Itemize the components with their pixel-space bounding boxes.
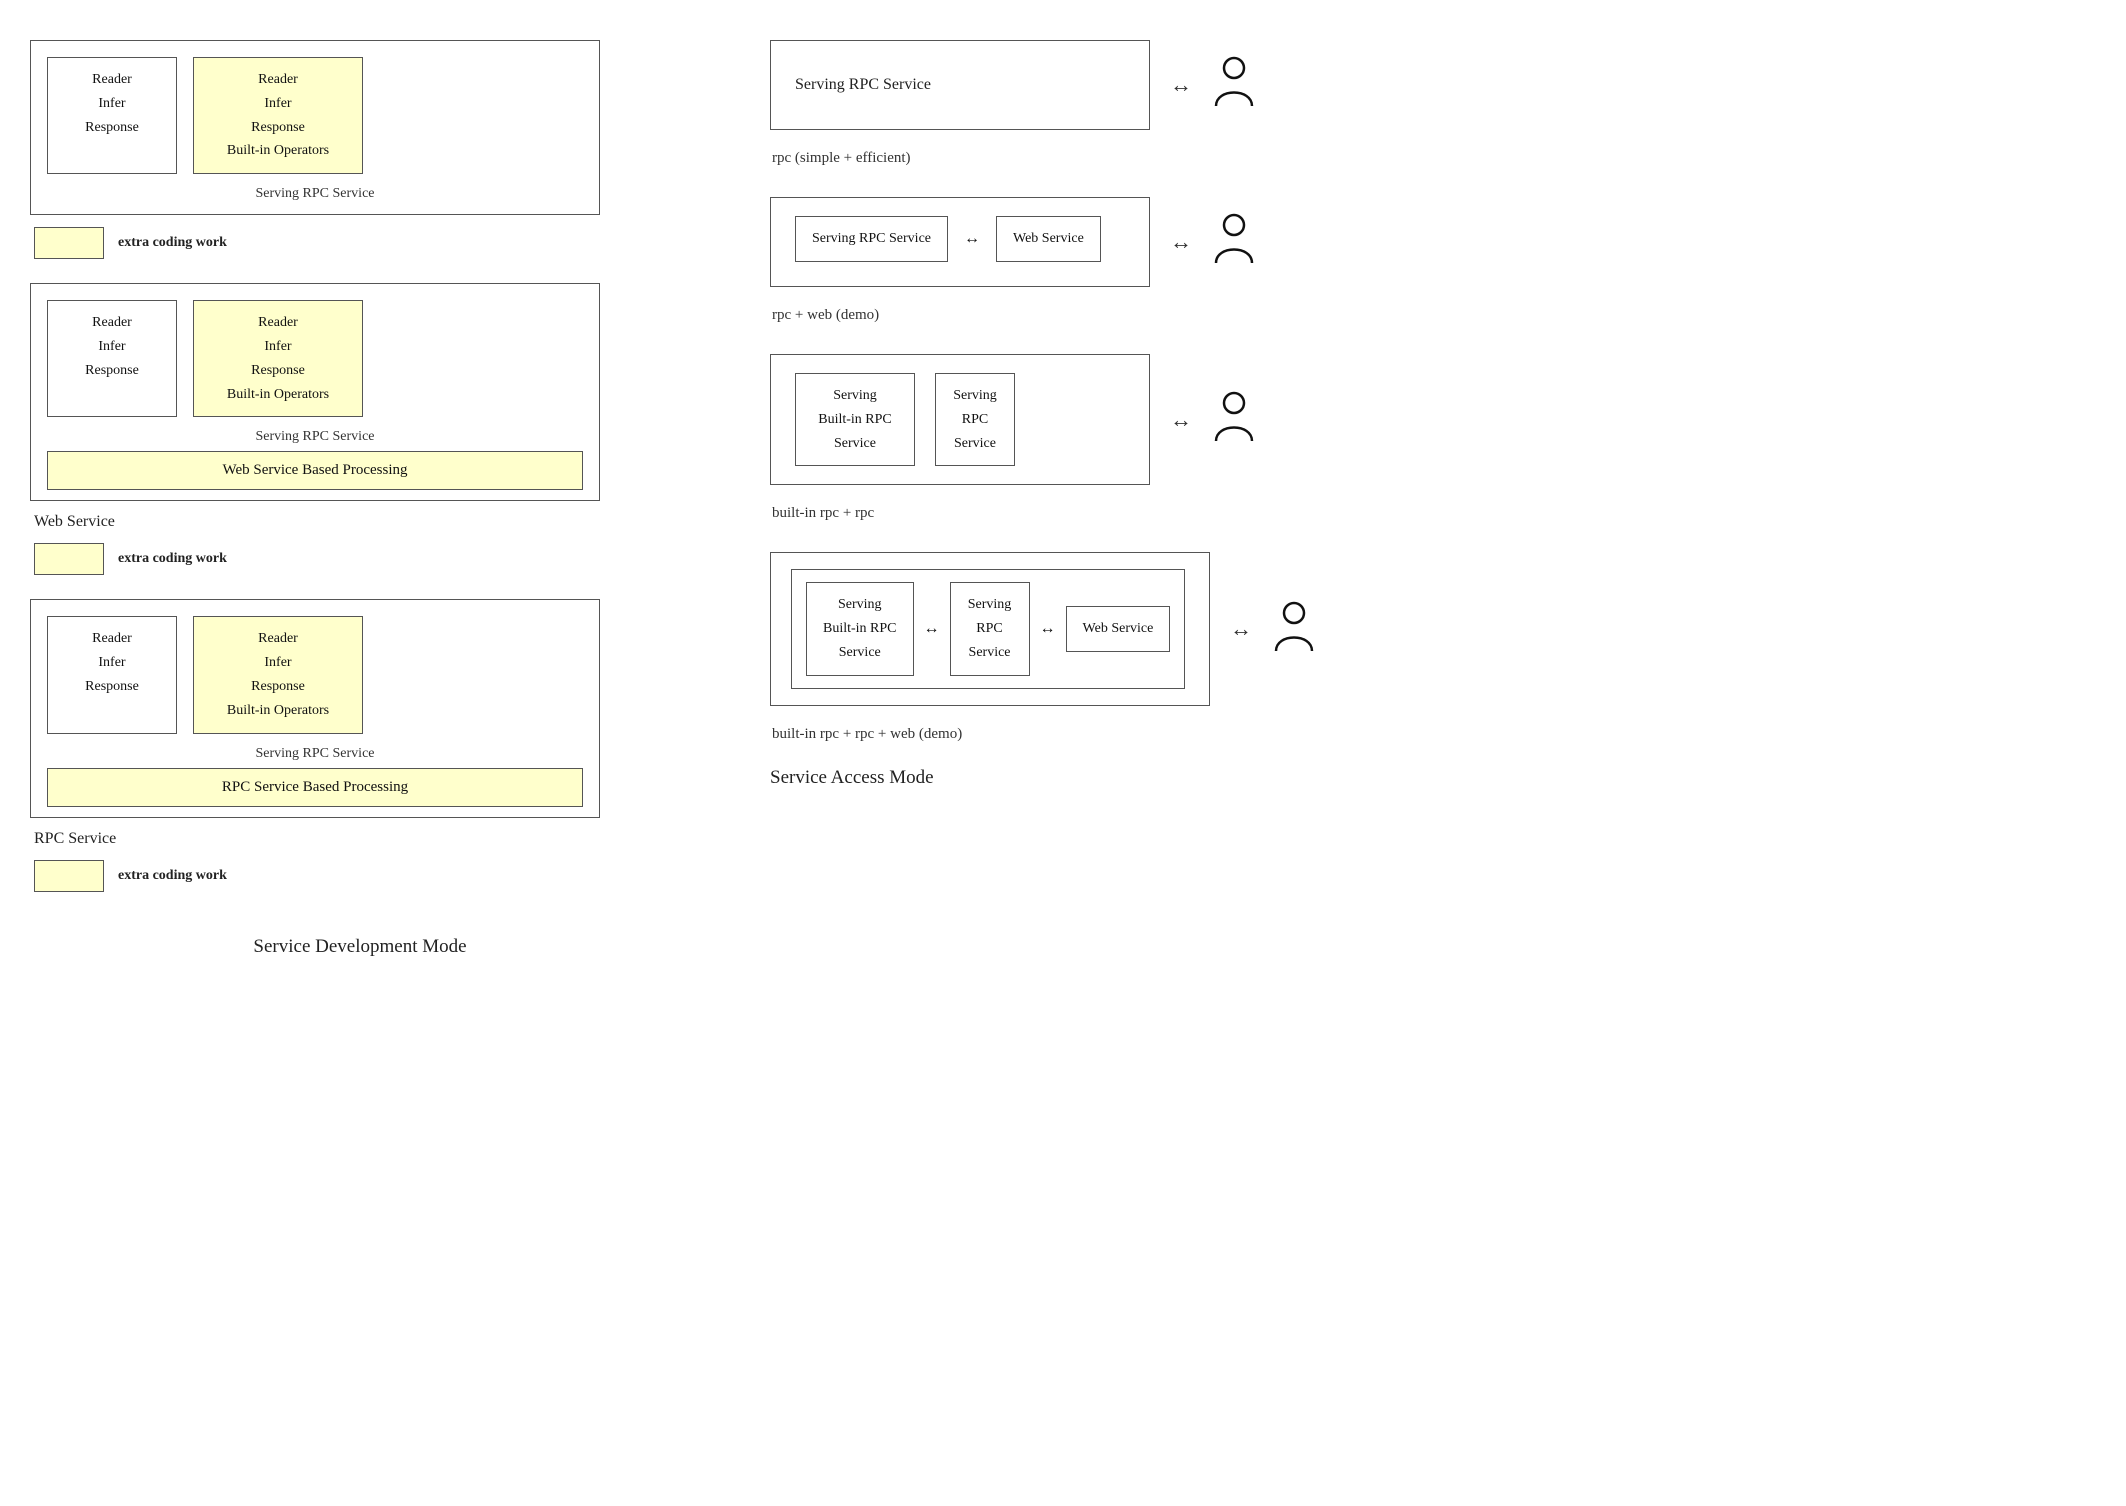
extra-coding-row-1: extra coding work [34, 227, 227, 259]
person-4 [1272, 601, 1316, 658]
access-box-2: Serving RPC Service ↔ Web Service [770, 197, 1150, 287]
inner-box-2b: Web Service [996, 216, 1101, 262]
right-section-builtin-rpc-web: ServingBuilt-in RPCService ↔ ServingRPCS… [770, 552, 2096, 742]
dev-section-rpc-based: ReaderInferResponse ReaderInferResponseB… [30, 599, 690, 895]
extra-coding-row-2: extra coding work [34, 543, 227, 575]
nested-box-c: Web Service [1066, 606, 1171, 652]
access-row-2: Serving RPC Service ↔ Web Service ↔ [770, 197, 2096, 287]
builtin-rpc-web-label: built-in rpc + rpc + web (demo) [770, 726, 2096, 743]
yellow-box-3: ReaderInferResponseBuilt-in Operators [193, 616, 363, 733]
white-box-2: ReaderInferResponse [47, 300, 177, 417]
nested-box-b: ServingRPCService [950, 582, 1030, 675]
right-section-rpc-simple: Serving RPC Service ↔ rpc (simple + effi… [770, 40, 2096, 167]
inner-box-2a: Serving RPC Service [795, 216, 948, 262]
right-section-rpc-web: Serving RPC Service ↔ Web Service ↔ [770, 197, 2096, 324]
person-3 [1212, 391, 1256, 448]
inner-box-3b: ServingRPCService [935, 373, 1015, 466]
dev-outer-box-1: ReaderInferResponse ReaderInferResponseB… [30, 40, 600, 215]
white-box-1: ReaderInferResponse [47, 57, 177, 174]
extra-yellow-box-3 [34, 860, 104, 892]
nested-arrow-1: ↔ [924, 620, 940, 638]
arrow-3: ↔ [1170, 407, 1192, 433]
dev-mode-label: Service Development Mode [30, 936, 690, 958]
extra-yellow-box-2 [34, 543, 104, 575]
right-panel: Serving RPC Service ↔ rpc (simple + effi… [710, 40, 2096, 1466]
right-section-builtin-rpc: ServingBuilt-in RPCService ServingRPCSer… [770, 354, 2096, 522]
extra-coding-row-3: extra coding work [34, 860, 227, 892]
web-service-outer-label: Web Service [30, 513, 115, 531]
nested-box-a: ServingBuilt-in RPCService [806, 582, 914, 675]
inner-box-3a: ServingBuilt-in RPCService [795, 373, 915, 466]
access-mode-label: Service Access Mode [770, 767, 2096, 789]
serving-rpc-label-1: Serving RPC Service [795, 76, 931, 94]
dev-inner-row-3: ReaderInferResponse ReaderInferResponseB… [47, 616, 583, 733]
access-inner-nested: ServingBuilt-in RPCService ↔ ServingRPCS… [791, 569, 1185, 688]
access-row-3: ServingBuilt-in RPCService ServingRPCSer… [770, 354, 2096, 485]
arrow-1: ↔ [1170, 72, 1192, 98]
extra-yellow-box-1 [34, 227, 104, 259]
builtin-rpc-label: built-in rpc + rpc [770, 505, 2096, 522]
access-row-4: ServingBuilt-in RPCService ↔ ServingRPCS… [770, 552, 2096, 705]
access-box-3: ServingBuilt-in RPCService ServingRPCSer… [770, 354, 1150, 485]
left-panel: ReaderInferResponse ReaderInferResponseB… [30, 40, 710, 1466]
serving-label-1: Serving RPC Service [47, 182, 583, 204]
nested-arrow-2: ↔ [1040, 620, 1056, 638]
arrow-2: ↔ [1170, 229, 1192, 255]
extra-label-3: extra coding work [118, 868, 227, 884]
access-outer-nested: ServingBuilt-in RPCService ↔ ServingRPCS… [770, 552, 1210, 705]
access-row-1: Serving RPC Service ↔ [770, 40, 2096, 130]
rpc-simple-label: rpc (simple + efficient) [770, 150, 2096, 167]
right-sections: Serving RPC Service ↔ rpc (simple + effi… [770, 40, 2096, 743]
inner-row-2: Serving RPC Service ↔ Web Service [795, 216, 1125, 262]
access-box-1: Serving RPC Service [770, 40, 1150, 130]
arrow-4: ↔ [1230, 616, 1252, 642]
dev-section-rpc: ReaderInferResponse ReaderInferResponseB… [30, 40, 690, 263]
yellow-box-2: ReaderInferResponseBuilt-in Operators [193, 300, 363, 417]
inner-arrow-2: ↔ [964, 230, 980, 248]
extra-label-1: extra coding work [118, 235, 227, 251]
web-service-bar: Web Service Based Processing [47, 451, 583, 490]
dev-outer-box-2: ReaderInferResponse ReaderInferResponseB… [30, 283, 600, 501]
dev-section-web: ReaderInferResponse ReaderInferResponseB… [30, 283, 690, 579]
serving-label-3: Serving RPC Service [47, 742, 583, 764]
dev-inner-row-1: ReaderInferResponse ReaderInferResponseB… [47, 57, 583, 174]
rpc-service-outer-label: RPC Service [30, 830, 116, 848]
rpc-service-bar: RPC Service Based Processing [47, 768, 583, 807]
yellow-box-1: ReaderInferResponseBuilt-in Operators [193, 57, 363, 174]
extra-label-2: extra coding work [118, 551, 227, 567]
serving-label-2: Serving RPC Service [47, 425, 583, 447]
white-box-3: ReaderInferResponse [47, 616, 177, 733]
person-1 [1212, 56, 1256, 115]
rpc-web-label: rpc + web (demo) [770, 307, 2096, 324]
dev-outer-box-3: ReaderInferResponse ReaderInferResponseB… [30, 599, 600, 817]
person-2 [1212, 213, 1256, 272]
dev-inner-row-2: ReaderInferResponse ReaderInferResponseB… [47, 300, 583, 417]
